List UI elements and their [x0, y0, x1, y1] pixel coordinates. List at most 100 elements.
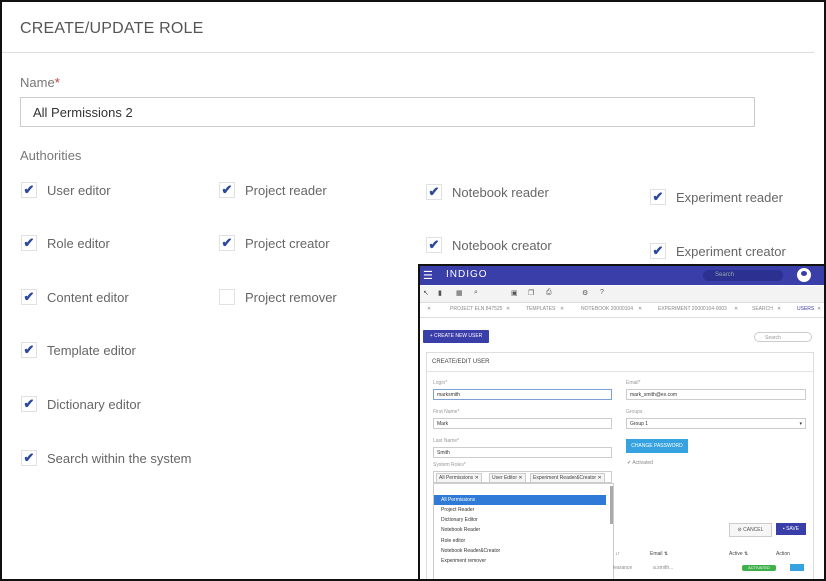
save-icon[interactable]: ▣ — [511, 289, 518, 297]
dropdown-option[interactable]: Notebook Reader — [434, 525, 606, 535]
grid-icon[interactable]: ▦ — [456, 289, 463, 297]
change-password-button[interactable]: CHANGE PASSWORD — [626, 439, 688, 453]
close-icon[interactable]: ✕ — [560, 306, 564, 312]
search-icon[interactable]: ⌕ — [474, 289, 478, 297]
dropdown-option[interactable]: Experiment remover — [434, 556, 606, 566]
help-icon[interactable]: ? — [600, 289, 604, 296]
last-name-label: Last Name* — [433, 438, 460, 444]
page-title: CREATE/UPDATE ROLE — [20, 20, 204, 37]
check-icon[interactable]: ✔ — [21, 235, 37, 251]
dropdown-scrollbar[interactable] — [610, 486, 613, 524]
role-name-input[interactable]: All Permissions 2 — [20, 97, 755, 127]
users-search-input[interactable]: Search — [754, 332, 812, 342]
check-icon[interactable]: ✔ — [650, 243, 666, 259]
tab-experiment[interactable]: EXPERIMENT 20000104-0003 — [658, 306, 727, 312]
close-icon[interactable]: ✕ — [518, 475, 522, 481]
permission-role-editor[interactable]: ✔ Role editor — [21, 235, 110, 251]
print-icon[interactable]: ⎙ — [546, 289, 552, 297]
close-icon[interactable]: ✕ — [506, 306, 510, 312]
last-name-input[interactable]: Smith — [433, 447, 612, 458]
dropdown-option[interactable]: Notebook Reader&Creator — [434, 546, 606, 556]
column-active[interactable]: Active ⇅ — [729, 551, 748, 557]
name-label-text: Name — [20, 75, 55, 90]
close-icon[interactable]: ✕ — [734, 306, 738, 312]
permission-user-editor[interactable]: ✔ User editor — [21, 182, 111, 198]
check-icon[interactable]: ✔ — [21, 182, 37, 198]
dropdown-option[interactable]: All Permissions — [434, 495, 606, 505]
system-roles-input[interactable]: All Permissions ✕ User Editor ✕ Experime… — [433, 471, 612, 483]
role-chip: Experiment Reader&Creator ✕ — [530, 473, 605, 483]
dropdown-option[interactable]: Role editor — [434, 536, 606, 546]
close-icon[interactable]: ✕ — [597, 475, 601, 481]
app-search-input[interactable]: Search — [703, 270, 783, 281]
cancel-button[interactable]: ⊘ CANCEL — [729, 523, 772, 537]
column-email[interactable]: Email ⇅ — [650, 551, 668, 557]
permission-project-creator[interactable]: ✔ Project creator — [219, 235, 330, 251]
permission-template-editor[interactable]: ✔ Template editor — [21, 342, 136, 358]
permission-notebook-reader[interactable]: ✔ Notebook reader — [426, 184, 549, 200]
groups-select[interactable]: Group 1 ▾ — [626, 418, 806, 429]
new-file-icon[interactable]: ▮ — [438, 289, 442, 297]
email-input[interactable]: mark_smith@ex.com — [626, 389, 806, 400]
close-icon[interactable]: ✕ — [427, 306, 431, 312]
edit-user-button[interactable] — [790, 564, 804, 571]
tab-bar: ✕ PROJECT ELN 847525 ✕ TEMPLATES ✕ NOTEB… — [420, 303, 824, 318]
tab-templates[interactable]: TEMPLATES — [526, 306, 555, 312]
permission-project-remover[interactable]: ✔ Project remover — [219, 289, 337, 305]
tab-notebook[interactable]: NOTEBOOK 20000104 — [581, 306, 633, 312]
copy-icon[interactable]: ❐ — [528, 289, 534, 297]
system-roles-label: System Roles* — [433, 462, 466, 468]
permission-label: User editor — [47, 182, 111, 198]
settings-icon[interactable]: ⚙ — [582, 289, 588, 297]
role-chip: All Permissions ✕ — [436, 473, 482, 483]
create-new-user-button[interactable]: + CREATE NEW USER — [423, 330, 489, 343]
activated-checkbox[interactable]: ✔ Activated — [627, 460, 653, 466]
pointer-icon[interactable]: ↖ — [423, 289, 429, 297]
login-input[interactable]: marksmith — [433, 389, 612, 400]
name-label: Name* — [20, 75, 60, 90]
permission-search[interactable]: ✔ Search within the system — [21, 450, 192, 466]
check-icon[interactable]: ✔ — [219, 182, 235, 198]
check-icon[interactable]: ✔ — [21, 396, 37, 412]
first-name-label: First Name* — [433, 409, 460, 415]
row-fragment: learance — [613, 565, 633, 571]
permission-notebook-creator[interactable]: ✔ Notebook creator — [426, 237, 552, 253]
close-icon[interactable]: ✕ — [817, 306, 821, 312]
check-icon[interactable]: ✔ — [21, 289, 37, 305]
permission-experiment-creator[interactable]: ✔ Experiment creator — [650, 243, 786, 259]
first-name-input[interactable]: Mark — [433, 418, 612, 429]
tab-project[interactable]: PROJECT ELN 847525 — [450, 306, 502, 312]
check-icon[interactable]: ✔ — [21, 450, 37, 466]
permission-dictionary-editor[interactable]: ✔ Dictionary editor — [21, 396, 141, 412]
dropdown-option[interactable]: Dictionary Editor — [434, 515, 606, 525]
hamburger-icon[interactable]: ☰ — [423, 269, 433, 282]
user-avatar-icon[interactable] — [797, 268, 811, 282]
check-icon[interactable]: ✔ — [21, 342, 37, 358]
check-icon[interactable]: ✔ — [426, 184, 442, 200]
dropdown-option[interactable]: Project Reader — [434, 505, 606, 515]
role-editor-window: CREATE/UPDATE ROLE Name* All Permissions… — [0, 0, 826, 581]
check-icon[interactable]: ✔ — [426, 237, 442, 253]
permission-experiment-reader[interactable]: ✔ Experiment reader — [650, 189, 783, 205]
toolbar: ↖ ▮ ▦ ⌕ ▣ ❐ ⎙ ⚙ ? — [420, 286, 824, 303]
groups-value: Group 1 — [630, 421, 649, 427]
permission-label: Project remover — [245, 289, 337, 305]
save-button[interactable]: ▪ SAVE — [776, 523, 806, 535]
empty-checkbox[interactable]: ✔ — [219, 289, 235, 305]
tab-search[interactable]: SEARCH — [752, 306, 773, 312]
check-icon[interactable]: ✔ — [650, 189, 666, 205]
permission-label: Experiment creator — [676, 243, 786, 259]
permission-label: Project reader — [245, 182, 327, 198]
close-icon[interactable]: ✕ — [475, 475, 479, 481]
close-icon[interactable]: ✕ — [777, 306, 781, 312]
title-divider — [2, 52, 814, 53]
permission-content-editor[interactable]: ✔ Content editor — [21, 289, 129, 305]
save-icon: ▪ — [782, 526, 785, 532]
dropdown-option[interactable] — [434, 484, 606, 494]
sort-icon[interactable]: ↓↑ — [615, 551, 620, 557]
panel-divider — [427, 371, 813, 372]
check-icon[interactable]: ✔ — [219, 235, 235, 251]
close-icon[interactable]: ✕ — [638, 306, 642, 312]
permission-project-reader[interactable]: ✔ Project reader — [219, 182, 327, 198]
tab-users[interactable]: USERS — [797, 306, 814, 312]
